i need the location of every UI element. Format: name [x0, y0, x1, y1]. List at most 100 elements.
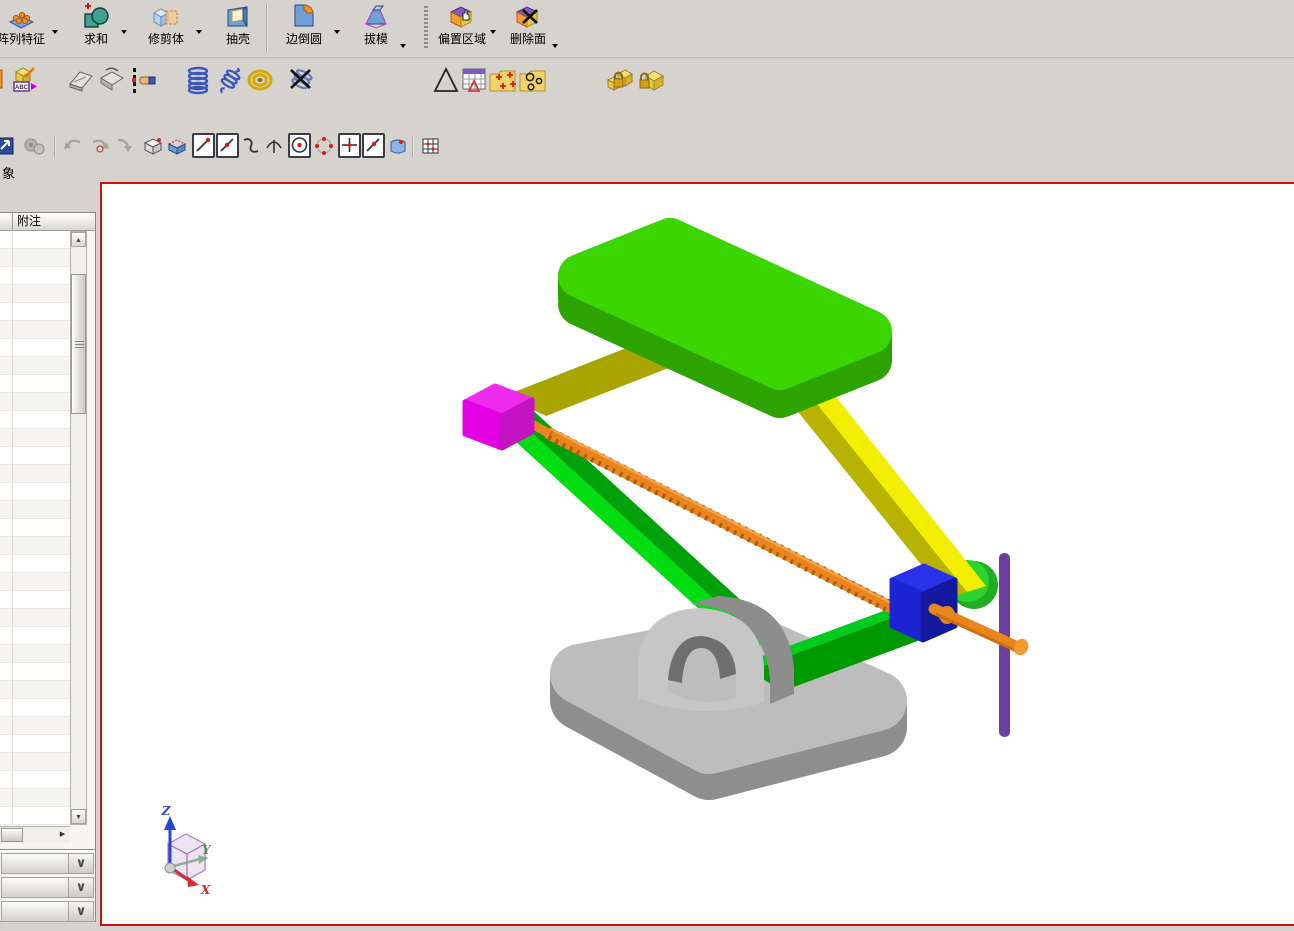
draft-button[interactable]: 拔模: [352, 2, 400, 54]
redo-arrow-disabled[interactable]: [88, 136, 112, 156]
unite-label: 求和: [70, 32, 122, 46]
trim-body-label: 修剪体: [138, 32, 194, 46]
shell-icon: [212, 3, 264, 32]
annotation-panel: 附注 ▲ ▼ ▶ ∨ ∨ ∨: [0, 212, 96, 922]
spring-extension-button[interactable]: [216, 64, 244, 96]
snap-point-on-surface-icon[interactable]: [388, 136, 408, 156]
clipped-toolbar-icon[interactable]: [0, 64, 4, 96]
folder-points-button[interactable]: [488, 64, 516, 96]
thumb-grip: [75, 341, 84, 349]
secondary-toolbar: ABC: [0, 58, 1294, 103]
triad-x-label: X: [200, 883, 211, 897]
snap-quadrant-icon[interactable]: [314, 136, 334, 156]
annotation-list[interactable]: [0, 231, 70, 825]
panel-divider: [0, 849, 95, 851]
assembly-lock-b-button[interactable]: [636, 64, 664, 96]
offset-region-dropdown[interactable]: [490, 30, 496, 34]
orientation-triad: Z X Y: [161, 804, 212, 897]
delete-face-dropdown[interactable]: [552, 44, 558, 48]
snap-intersection-icon[interactable]: [264, 136, 284, 156]
unite-button[interactable]: 求和: [70, 2, 122, 54]
trim-body-icon: [138, 3, 194, 32]
svg-text:ABC: ABC: [15, 85, 29, 91]
grid-snap-icon[interactable]: [420, 136, 442, 156]
snap-arc-center-toggle[interactable]: [288, 133, 311, 158]
toolbar-separator: [54, 136, 56, 158]
collapsed-section-3[interactable]: ∨: [1, 901, 94, 922]
draft-label: 拔模: [352, 32, 400, 46]
orient-arrow-disabled[interactable]: [112, 136, 136, 156]
pattern-feature-icon: [0, 3, 58, 32]
triangle-outline-button[interactable]: [432, 64, 460, 96]
offset-region-label: 偏置区域: [432, 32, 492, 46]
scroll-up-button[interactable]: ▲: [71, 232, 86, 247]
snap-toolbar: [0, 128, 1294, 164]
jack-magenta-nut[interactable]: [465, 386, 532, 448]
folder-circles-button[interactable]: [518, 64, 546, 96]
offset-region-button[interactable]: 偏置区域: [432, 2, 492, 54]
edge-blend-dropdown[interactable]: [334, 30, 340, 34]
gears-disabled-icon[interactable]: [22, 136, 48, 156]
jack-blue-nut[interactable]: [892, 566, 955, 640]
toolbar-grip[interactable]: [424, 6, 428, 50]
draft-icon: [352, 3, 400, 32]
pattern-feature-button[interactable]: 阵列特征: [0, 2, 58, 54]
scroll-down-button[interactable]: ▼: [71, 809, 86, 824]
toolbar-separator: [412, 136, 414, 158]
horizontal-scrollbar[interactable]: ▶: [0, 826, 70, 843]
wedge-b-button[interactable]: [98, 64, 126, 96]
collapsed-section-1[interactable]: ∨: [1, 853, 94, 874]
snap-midpoint-toggle[interactable]: [216, 133, 239, 158]
scrollbar-thumb[interactable]: [71, 274, 86, 414]
triad-origin-sphere: [165, 863, 175, 873]
spring-disc-button[interactable]: [246, 64, 274, 96]
vertical-scrollbar[interactable]: ▲ ▼: [70, 231, 87, 825]
iso-box-icon[interactable]: [142, 136, 164, 156]
unite-icon: [70, 3, 122, 32]
triad-y-label: Y: [202, 843, 212, 857]
offset-region-icon: [432, 3, 492, 32]
edge-blend-button[interactable]: 边倒圆: [276, 2, 332, 54]
snap-master-button[interactable]: [0, 136, 14, 156]
snap-existing-point-toggle[interactable]: [338, 133, 361, 158]
measure-hand-button[interactable]: [128, 64, 156, 96]
snap-control-point-icon[interactable]: [241, 136, 261, 156]
triad-z-label: Z: [161, 804, 172, 818]
draft-dropdown[interactable]: [400, 44, 406, 48]
wedge-a-button[interactable]: [68, 64, 96, 96]
annotation-panel-header: 附注: [0, 213, 95, 231]
chevron-down-icon[interactable]: ∨: [68, 854, 93, 873]
trim-body-dropdown[interactable]: [196, 30, 202, 34]
snap-endpoint-toggle[interactable]: [192, 133, 215, 158]
annotation-abc-button[interactable]: ABC: [12, 64, 40, 96]
chevron-down-icon[interactable]: ∨: [68, 902, 93, 921]
annotation-header-label: 附注: [17, 214, 41, 228]
dashed-box-icon[interactable]: [166, 136, 188, 156]
snap-point-on-curve-toggle[interactable]: [362, 133, 385, 158]
delete-face-button[interactable]: 删除面: [500, 2, 556, 54]
spring-delete-button[interactable]: [286, 64, 314, 96]
pattern-feature-label: 阵列特征: [0, 32, 58, 46]
hscrollbar-thumb[interactable]: [1, 828, 23, 842]
chevron-down-icon[interactable]: ∨: [68, 878, 93, 897]
scroll-right-button[interactable]: ▶: [56, 828, 69, 842]
column-divider: [12, 231, 13, 825]
scissor-jack-model[interactable]: Z X Y: [102, 184, 1294, 924]
shell-button[interactable]: 抽壳: [212, 2, 264, 54]
undo-arrow-disabled[interactable]: [62, 136, 86, 156]
table-red-triangle-button[interactable]: [460, 64, 488, 96]
pattern-feature-dropdown[interactable]: [52, 30, 58, 34]
delete-face-icon: [500, 3, 556, 32]
collapsed-section-2[interactable]: ∨: [1, 877, 94, 898]
jack-drive-shaft[interactable]: [934, 606, 1031, 658]
cad-application-window: 阵列特征 求和 修剪体 抽壳 边倒圆: [0, 0, 1294, 931]
triad-cube: [168, 834, 205, 880]
spring-compression-button[interactable]: [184, 64, 212, 96]
graphics-viewport[interactable]: Z X Y: [100, 182, 1294, 926]
assembly-lock-a-button[interactable]: [606, 64, 634, 96]
unite-dropdown[interactable]: [121, 30, 127, 34]
column-divider: [12, 213, 13, 230]
feature-toolbar: 阵列特征 求和 修剪体 抽壳 边倒圆: [0, 0, 1294, 57]
trim-body-button[interactable]: 修剪体: [138, 2, 194, 54]
delete-face-label: 删除面: [500, 32, 556, 46]
